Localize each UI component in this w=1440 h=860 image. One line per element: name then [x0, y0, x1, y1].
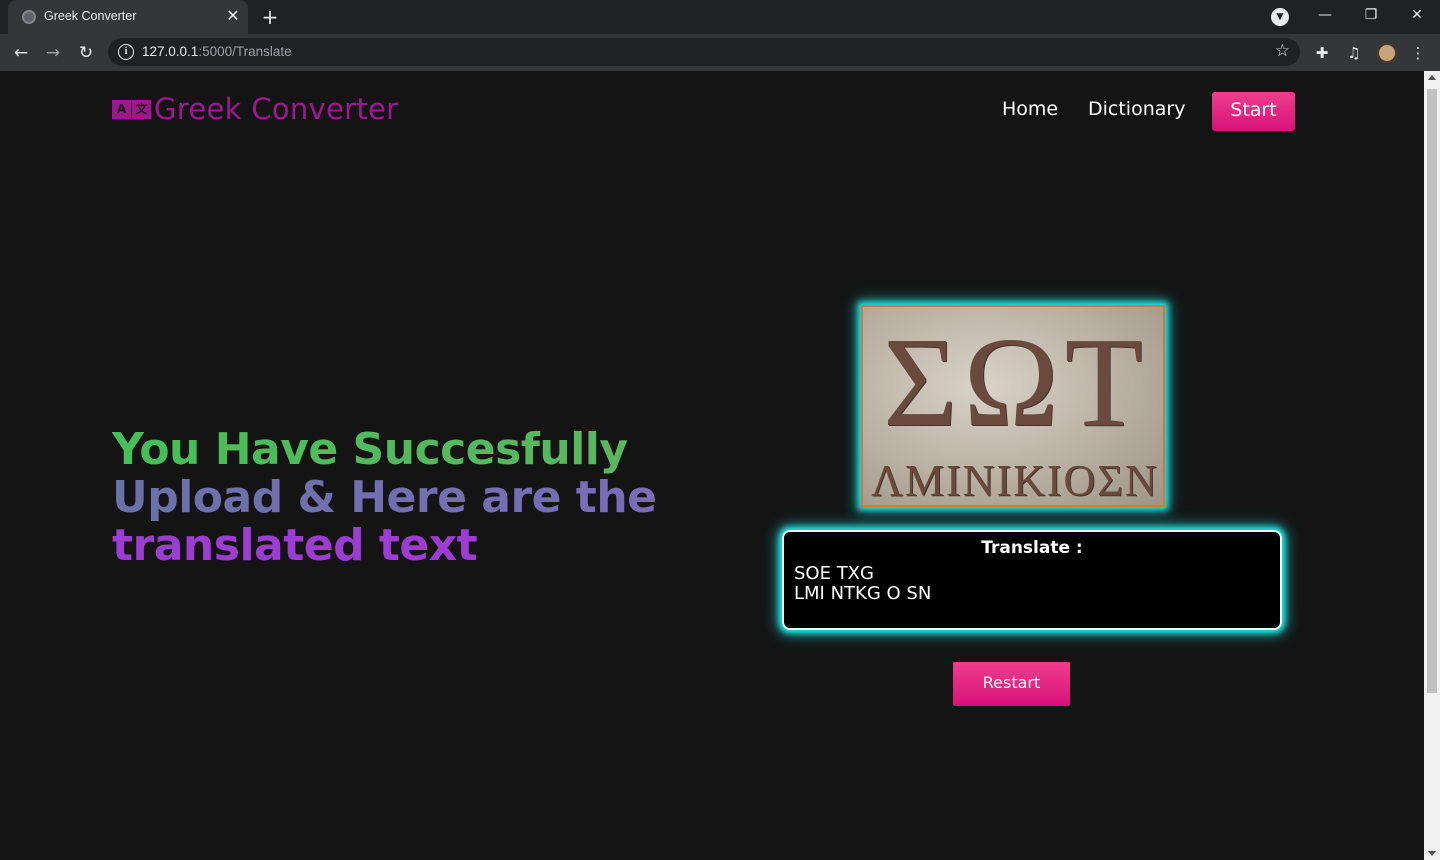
- browser-menu-icon[interactable]: ⋮: [1407, 42, 1429, 64]
- scroll-up-arrow-icon[interactable]: [1428, 75, 1436, 80]
- url-path: :5000/Translate: [198, 44, 292, 59]
- site-info-icon[interactable]: i: [118, 44, 134, 60]
- browser-tab[interactable]: Greek Converter ✕: [8, 0, 248, 34]
- logo-mark-letter-a: A: [112, 99, 131, 119]
- minimize-icon[interactable]: —: [1310, 4, 1340, 28]
- logo-text: Greek Converter: [154, 92, 399, 126]
- translate-logo-icon: A文: [112, 99, 152, 119]
- tab-strip: Greek Converter ✕ + ▼ — ❐ ✕: [0, 0, 1440, 34]
- url-text[interactable]: 127.0.0.1:5000/Translate: [142, 44, 292, 59]
- forward-icon[interactable]: →: [40, 40, 66, 66]
- media-control-icon[interactable]: ♫: [1343, 42, 1365, 64]
- page-scrollbar[interactable]: [1424, 71, 1440, 860]
- restore-icon[interactable]: ❐: [1356, 4, 1386, 28]
- back-icon[interactable]: ←: [8, 40, 34, 66]
- close-tab-icon[interactable]: ✕: [224, 7, 242, 25]
- site-logo[interactable]: A文 Greek Converter: [112, 89, 398, 129]
- extensions-icon[interactable]: ✚: [1311, 42, 1333, 64]
- tab-title: Greek Converter: [44, 9, 137, 23]
- new-tab-icon[interactable]: +: [258, 5, 282, 29]
- close-window-icon[interactable]: ✕: [1402, 4, 1432, 28]
- page: A文 Greek Converter Home Dictionary Start…: [0, 71, 1424, 860]
- uploaded-greek-inscription-image: ΣΩΤ ΛΜΙΝΙΚΙΟΣΝ: [861, 305, 1165, 507]
- url-host: 127.0.0.1: [142, 44, 199, 59]
- nav-dictionary-link[interactable]: Dictionary: [1088, 98, 1185, 120]
- scroll-down-arrow-icon[interactable]: [1428, 851, 1436, 856]
- translation-line-2: LMI NTKG O SN: [794, 583, 932, 604]
- scrollbar-thumb[interactable]: [1427, 89, 1437, 693]
- tab-search-icon[interactable]: ▼: [1271, 8, 1289, 26]
- translation-line-1: SOE TXG: [794, 563, 874, 584]
- browser-toolbar: ← → ↻ i 127.0.0.1:5000/Translate ☆ ✚ ♫ ⋮: [0, 34, 1440, 71]
- globe-icon: [22, 10, 36, 24]
- headline-line-1: You Have Succesfully: [112, 426, 657, 474]
- restart-button[interactable]: Restart: [953, 662, 1070, 706]
- headline-line-3: translated text: [112, 522, 657, 570]
- success-headline: You Have Succesfully Upload & Here are t…: [112, 426, 657, 570]
- address-bar[interactable]: i 127.0.0.1:5000/Translate ☆: [108, 38, 1300, 66]
- nav-home-link[interactable]: Home: [1002, 98, 1058, 120]
- headline-line-2: Upload & Here are the: [112, 472, 657, 523]
- inscription-small-letters: ΛΜΙΝΙΚΙΟΣΝ: [871, 456, 1159, 505]
- translate-label: Translate :: [981, 538, 1083, 558]
- bookmark-star-icon[interactable]: ☆: [1275, 41, 1290, 61]
- profile-avatar[interactable]: [1377, 43, 1397, 63]
- reload-icon[interactable]: ↻: [73, 40, 99, 66]
- browser-chrome: Greek Converter ✕ + ▼ — ❐ ✕ ← → ↻ i 127.…: [0, 0, 1440, 71]
- inscription-large-letters: ΣΩΤ: [883, 311, 1149, 453]
- start-button[interactable]: Start: [1212, 92, 1295, 131]
- logo-mark-letter-b: 文: [132, 99, 151, 119]
- translation-result-box: Translate : SOE TXG LMI NTKG O SN: [782, 530, 1282, 630]
